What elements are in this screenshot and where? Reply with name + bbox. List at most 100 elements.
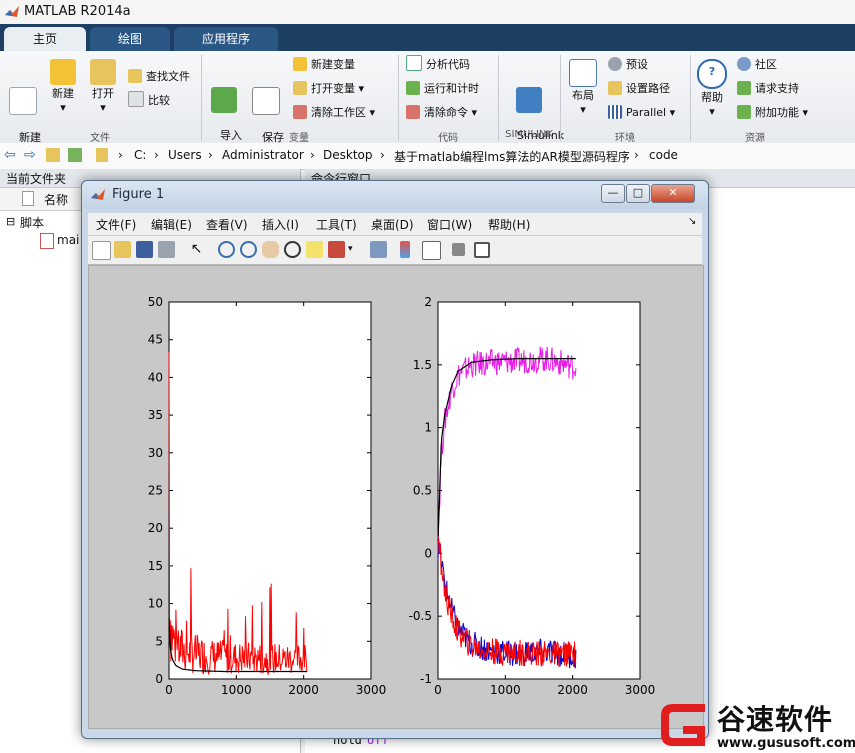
layout-icon xyxy=(569,59,597,87)
colorbar-icon[interactable] xyxy=(400,241,410,258)
new-script-icon xyxy=(9,87,37,115)
addons-button[interactable]: 附加功能 ▾ xyxy=(737,103,808,123)
pan-hand-icon[interactable] xyxy=(262,241,279,258)
column-name[interactable]: 名称 xyxy=(44,191,68,208)
compare-button[interactable]: 比较 xyxy=(128,91,170,111)
back-arrow-icon[interactable]: ⇦ xyxy=(4,147,16,163)
breadcrumb-item[interactable]: 基于matlab编程lms算法的AR模型源码程序 xyxy=(394,148,630,165)
y-tick-label: 10 xyxy=(148,597,163,611)
rotate-3d-icon[interactable] xyxy=(284,241,301,258)
menu-window[interactable]: 窗口(W) xyxy=(427,216,472,233)
breadcrumb-item[interactable]: code xyxy=(649,148,678,162)
maximize-button[interactable]: □ xyxy=(626,184,650,203)
menu-tools[interactable]: 工具(T) xyxy=(316,216,357,233)
brush-icon[interactable] xyxy=(328,241,345,258)
community-button[interactable]: 社区 xyxy=(737,55,777,75)
figure-window[interactable]: Figure 1 — □ ✕ 文件(F) 编辑(E) 查看(V) 插入(I) 工… xyxy=(81,180,709,739)
group-code-label: 代码 xyxy=(438,133,458,144)
clear-commands-button[interactable]: 清除命令 ▾ xyxy=(406,103,477,123)
find-files-button[interactable]: 查找文件 xyxy=(128,67,190,87)
menu-file[interactable]: 文件(F) xyxy=(96,216,136,233)
open-file-icon[interactable] xyxy=(114,241,131,258)
ribbon: 新建 脚本 新建▾ 打开▾ 查找文件 比较 文件 导入 数据 保存 工作区 新建… xyxy=(0,51,855,158)
layout-button[interactable]: 布局 ▾ xyxy=(566,59,600,117)
menu-help[interactable]: 帮助(H) xyxy=(488,216,530,233)
figure-toolbar: ↖ ▾ xyxy=(88,236,702,265)
zoom-in-icon[interactable] xyxy=(218,241,235,258)
run-and-time-icon xyxy=(406,81,420,95)
data-cursor-icon[interactable] xyxy=(306,241,323,258)
watermark: 谷速软件 www.gususoft.com xyxy=(655,696,855,753)
pointer-icon[interactable]: ↖ xyxy=(188,241,205,258)
gear-icon xyxy=(608,57,622,71)
menu-view[interactable]: 查看(V) xyxy=(206,216,248,233)
ribbon-tab-strip: 主页 绘图 应用程序 xyxy=(0,24,855,51)
parallel-icon xyxy=(608,105,622,119)
legend-icon[interactable] xyxy=(422,241,441,260)
new-variable-button[interactable]: 新建变量 xyxy=(293,55,355,75)
menu-edit[interactable]: 编辑(E) xyxy=(151,216,192,233)
y-tick-label: 5 xyxy=(155,634,163,648)
x-tick-label: 1000 xyxy=(490,683,521,697)
breadcrumb-item[interactable]: Administrator xyxy=(222,148,304,162)
run-and-time-button[interactable]: 运行和计时 xyxy=(406,79,479,99)
y-tick-label: 0 xyxy=(424,546,432,560)
tab-plots[interactable]: 绘图 xyxy=(90,27,170,51)
group-resources-label: 资源 xyxy=(745,133,765,144)
new-figure-icon[interactable] xyxy=(92,241,111,260)
set-path-button[interactable]: 设置路径 xyxy=(608,79,670,99)
y-tick-label: 30 xyxy=(148,446,163,460)
zoom-out-icon[interactable] xyxy=(240,241,257,258)
menu-desktop[interactable]: 桌面(D) xyxy=(371,216,414,233)
menu-insert[interactable]: 插入(I) xyxy=(262,216,299,233)
save-icon[interactable] xyxy=(136,241,153,258)
open-variable-icon xyxy=(293,81,307,95)
find-files-icon xyxy=(128,69,142,83)
simulink-library-icon xyxy=(516,87,542,113)
y-tick-label: 1.5 xyxy=(413,358,432,372)
help-button[interactable]: ? 帮助 ▾ xyxy=(696,59,728,119)
dock-arrow-icon[interactable]: ↘ xyxy=(688,216,696,227)
minimize-button[interactable]: — xyxy=(601,184,625,203)
clear-workspace-icon xyxy=(293,105,307,119)
up-folder-icon[interactable] xyxy=(46,148,60,162)
open-button[interactable]: 打开 ▾ xyxy=(86,59,120,115)
preferences-button[interactable]: 预设 xyxy=(608,55,648,75)
tab-home[interactable]: 主页 xyxy=(4,27,86,51)
group-label: 脚本 xyxy=(20,216,45,230)
analyze-code-icon xyxy=(406,55,422,71)
request-support-button[interactable]: 请求支持 xyxy=(737,79,799,99)
y-tick-label: 1 xyxy=(424,421,432,435)
parallel-button[interactable]: Parallel ▾ xyxy=(608,103,675,123)
clear-workspace-button[interactable]: 清除工作区 ▾ xyxy=(293,103,375,123)
brand-url: www.gususoft.com xyxy=(717,736,855,751)
breadcrumb-item[interactable]: C: xyxy=(134,148,146,162)
close-button[interactable]: ✕ xyxy=(651,184,695,203)
x-tick-label: 3000 xyxy=(625,683,656,697)
y-tick-label: 25 xyxy=(148,484,163,498)
print-icon[interactable] xyxy=(158,241,175,258)
forward-arrow-icon[interactable]: ⇨ xyxy=(24,147,36,163)
script-file-icon xyxy=(40,233,54,249)
chevron-down-icon[interactable]: ▾ xyxy=(348,244,353,254)
link-plot-icon[interactable] xyxy=(370,241,387,258)
analyze-code-button[interactable]: 分析代码 xyxy=(406,55,470,75)
breadcrumb-item[interactable]: Desktop xyxy=(323,148,373,162)
new-variable-icon xyxy=(293,57,307,71)
browse-folder-icon[interactable] xyxy=(68,148,82,162)
show-plot-tools-icon[interactable] xyxy=(474,242,490,258)
plots-svg: 0 1000 2000 3000051015202530354045500 1000 20… xyxy=(148,295,656,697)
y-tick-label: 40 xyxy=(148,370,163,384)
breadcrumb-item[interactable]: Users xyxy=(168,148,202,162)
collapse-icon[interactable]: ⊟ xyxy=(6,215,15,228)
folder-icon xyxy=(96,148,108,162)
hide-plot-tools-icon[interactable] xyxy=(452,243,465,256)
file-item[interactable]: mai xyxy=(57,233,79,247)
support-icon xyxy=(737,81,751,95)
figure-title-bar[interactable]: Figure 1 — □ ✕ xyxy=(82,181,708,209)
tab-apps[interactable]: 应用程序 xyxy=(174,27,278,51)
community-icon xyxy=(737,57,751,71)
new-button[interactable]: 新建 ▾ xyxy=(46,59,80,115)
x-tick-label: 1000 xyxy=(221,683,252,697)
open-variable-button[interactable]: 打开变量 ▾ xyxy=(293,79,364,99)
